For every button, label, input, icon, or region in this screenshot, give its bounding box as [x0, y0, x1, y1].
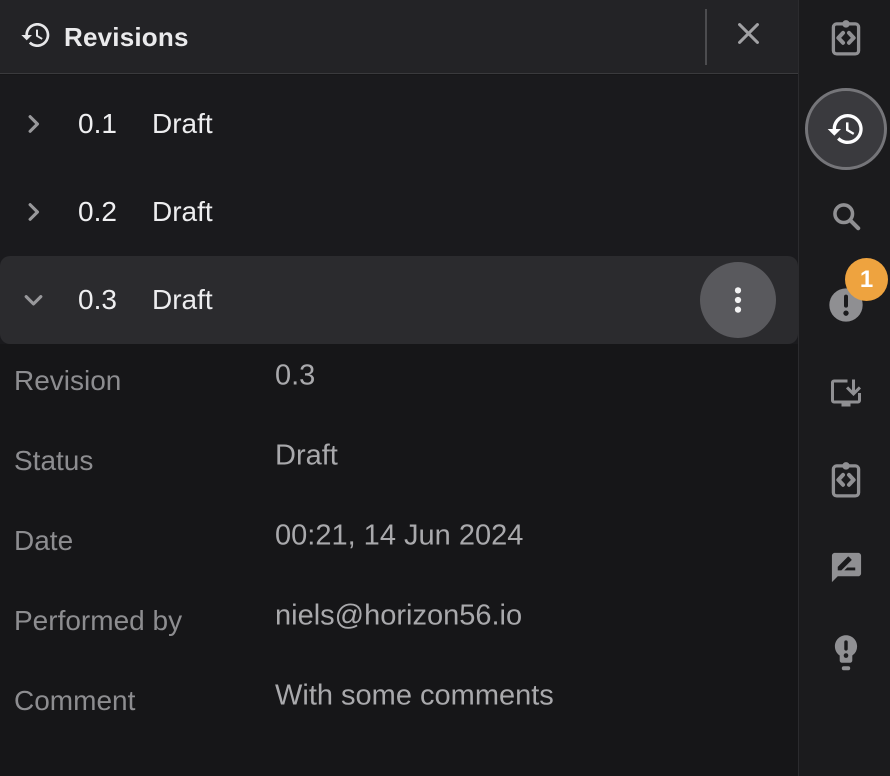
detail-label: Status: [14, 445, 93, 477]
revision-row-0.3-selected[interactable]: 0.3 Draft: [0, 256, 798, 344]
detail-value: 0.3: [275, 360, 315, 393]
revision-row-0.1[interactable]: 0.1 Draft: [0, 80, 798, 168]
install-desktop-icon: [828, 375, 864, 411]
chevron-right-icon[interactable]: [20, 199, 47, 226]
sidebar-button-history-selected[interactable]: [805, 88, 887, 170]
sidebar-button-search[interactable]: [821, 191, 871, 241]
revisions-panel: Revisions 0.1 Draft: [0, 0, 798, 776]
detail-row: Performed by niels@horizon56.io: [0, 584, 798, 658]
detail-row: Date 00:21, 14 Jun 2024: [0, 504, 798, 578]
detail-value: Draft: [275, 440, 338, 473]
close-icon: [732, 17, 765, 50]
detail-value: With some comments: [275, 680, 554, 713]
history-icon: [20, 19, 52, 51]
detail-row: Comment With some comments: [0, 664, 798, 738]
kebab-icon: [721, 283, 755, 317]
notification-badge: 1: [845, 258, 888, 301]
icon-sidebar: 1: [798, 0, 890, 776]
search-icon: [829, 199, 863, 233]
more-options-button[interactable]: [700, 262, 776, 338]
detail-label: Performed by: [14, 605, 182, 637]
close-button[interactable]: [727, 12, 769, 54]
sidebar-button-issues[interactable]: 1: [821, 280, 871, 330]
chevron-right-icon[interactable]: [20, 111, 47, 138]
revision-status: Draft: [152, 196, 213, 228]
panel-title: Revisions: [64, 0, 189, 74]
detail-row: Status Draft: [0, 424, 798, 498]
revision-row-0.2[interactable]: 0.2 Draft: [0, 168, 798, 256]
detail-label: Date: [14, 525, 73, 557]
sidebar-button-install-desktop[interactable]: [821, 368, 871, 418]
revision-version: 0.3: [78, 284, 117, 316]
detail-value: niels@horizon56.io: [275, 600, 522, 633]
sidebar-button-tips[interactable]: [821, 628, 871, 678]
detail-label: Revision: [14, 365, 121, 397]
lightbulb-alert-icon: [828, 632, 864, 674]
sidebar-button-code-clipboard[interactable]: [821, 13, 871, 63]
code-clipboard-icon: [828, 459, 864, 501]
revision-status: Draft: [152, 108, 213, 140]
revision-list: 0.1 Draft 0.2 Draft 0.3: [0, 75, 798, 344]
revision-version: 0.1: [78, 108, 117, 140]
detail-row: Revision 0.3: [0, 344, 798, 418]
revision-version: 0.2: [78, 196, 117, 228]
rate-review-icon: [829, 550, 864, 585]
revisions-screen: Revisions 0.1 Draft: [0, 0, 890, 776]
detail-label: Comment: [14, 685, 135, 717]
panel-header: Revisions: [0, 0, 798, 74]
chevron-down-icon[interactable]: [20, 287, 47, 314]
header-divider: [705, 9, 707, 65]
sidebar-button-feedback[interactable]: [821, 542, 871, 592]
history-icon: [826, 109, 866, 149]
sidebar-button-code-clipboard[interactable]: [821, 455, 871, 505]
detail-value: 00:21, 14 Jun 2024: [275, 520, 523, 553]
code-clipboard-icon: [828, 17, 864, 59]
revision-details: Revision 0.3 Status Draft Date 00:21, 14…: [0, 344, 798, 776]
revision-status: Draft: [152, 284, 213, 316]
